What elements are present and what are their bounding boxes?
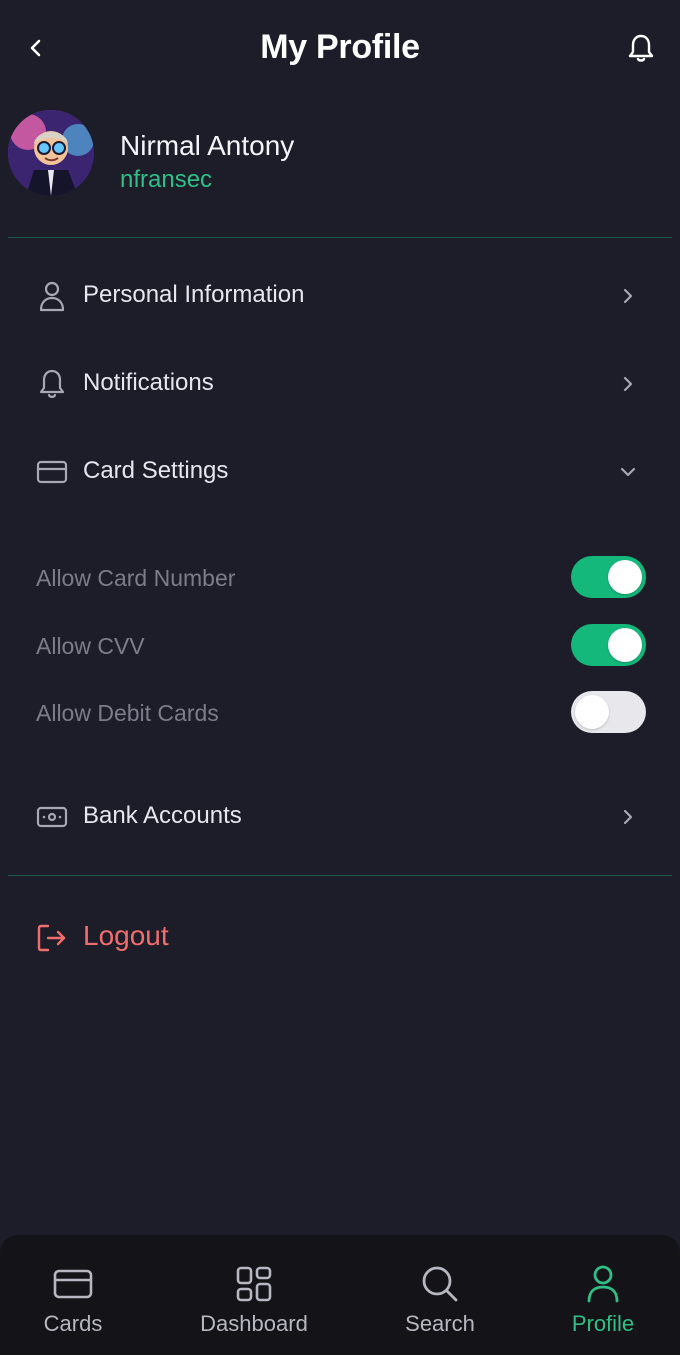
search-icon <box>419 1263 461 1305</box>
menu-label: Notifications <box>83 369 214 396</box>
page-title: My Profile <box>260 28 420 66</box>
bottom-nav: Cards Dashboard Search Profile <box>0 1235 680 1355</box>
credit-card-icon <box>34 454 70 490</box>
profile-card: Nirmal Antony nfransec <box>8 110 672 200</box>
toggle-label: Allow CVV <box>36 633 145 659</box>
user-name: Nirmal Antony <box>120 130 295 161</box>
dashboard-icon <box>233 1263 275 1305</box>
menu-item-bank-accounts[interactable]: Bank Accounts <box>30 787 650 847</box>
nav-item-dashboard[interactable]: Dashboard <box>179 1235 329 1355</box>
nav-label: Profile <box>571 1311 635 1336</box>
menu-item-personal-information[interactable]: Personal Information <box>30 266 650 326</box>
toggle-knob <box>608 560 642 594</box>
avatar-image <box>8 110 94 196</box>
menu-item-card-settings[interactable]: Card Settings <box>30 442 650 502</box>
logout-button[interactable]: Logout <box>30 908 330 968</box>
user-icon <box>582 1263 624 1305</box>
divider <box>8 237 672 238</box>
nav-label: Dashboard <box>200 1311 308 1336</box>
divider <box>8 875 672 876</box>
menu-label: Bank Accounts <box>83 802 242 829</box>
menu-label: Card Settings <box>83 457 229 484</box>
logout-icon <box>34 920 70 956</box>
toggle-row-allow-card-number: Allow Card Number <box>36 556 646 600</box>
logout-label: Logout <box>83 920 169 951</box>
allow-card-number-toggle[interactable] <box>571 556 646 598</box>
header: My Profile <box>0 0 680 96</box>
user-handle: nfransec <box>120 166 213 193</box>
chevron-right-icon <box>614 282 642 310</box>
nav-item-profile[interactable]: Profile <box>528 1235 678 1355</box>
chevron-down-icon <box>614 458 642 486</box>
notifications-button[interactable] <box>624 31 658 65</box>
nav-item-cards[interactable]: Cards <box>0 1235 148 1355</box>
bell-icon <box>628 34 654 62</box>
toggle-row-allow-debit-cards: Allow Debit Cards <box>36 691 646 735</box>
menu-item-notifications[interactable]: Notifications <box>30 354 650 414</box>
toggle-label: Allow Debit Cards <box>36 700 219 726</box>
bell-icon <box>34 366 70 402</box>
card-icon <box>52 1263 94 1305</box>
chevron-right-icon <box>614 370 642 398</box>
allow-debit-cards-toggle[interactable] <box>571 691 646 733</box>
menu-label: Personal Information <box>83 281 305 308</box>
nav-label: Search <box>405 1311 475 1336</box>
toggle-row-allow-cvv: Allow CVV <box>36 624 646 668</box>
toggle-knob <box>608 628 642 662</box>
user-icon <box>34 278 70 314</box>
avatar[interactable] <box>8 110 94 196</box>
chevron-right-icon <box>614 803 642 831</box>
banknote-icon <box>34 799 70 835</box>
nav-label: Cards <box>43 1311 103 1336</box>
toggle-knob <box>575 695 609 729</box>
nav-item-search[interactable]: Search <box>365 1235 515 1355</box>
allow-cvv-toggle[interactable] <box>571 624 646 666</box>
toggle-label: Allow Card Number <box>36 565 236 591</box>
